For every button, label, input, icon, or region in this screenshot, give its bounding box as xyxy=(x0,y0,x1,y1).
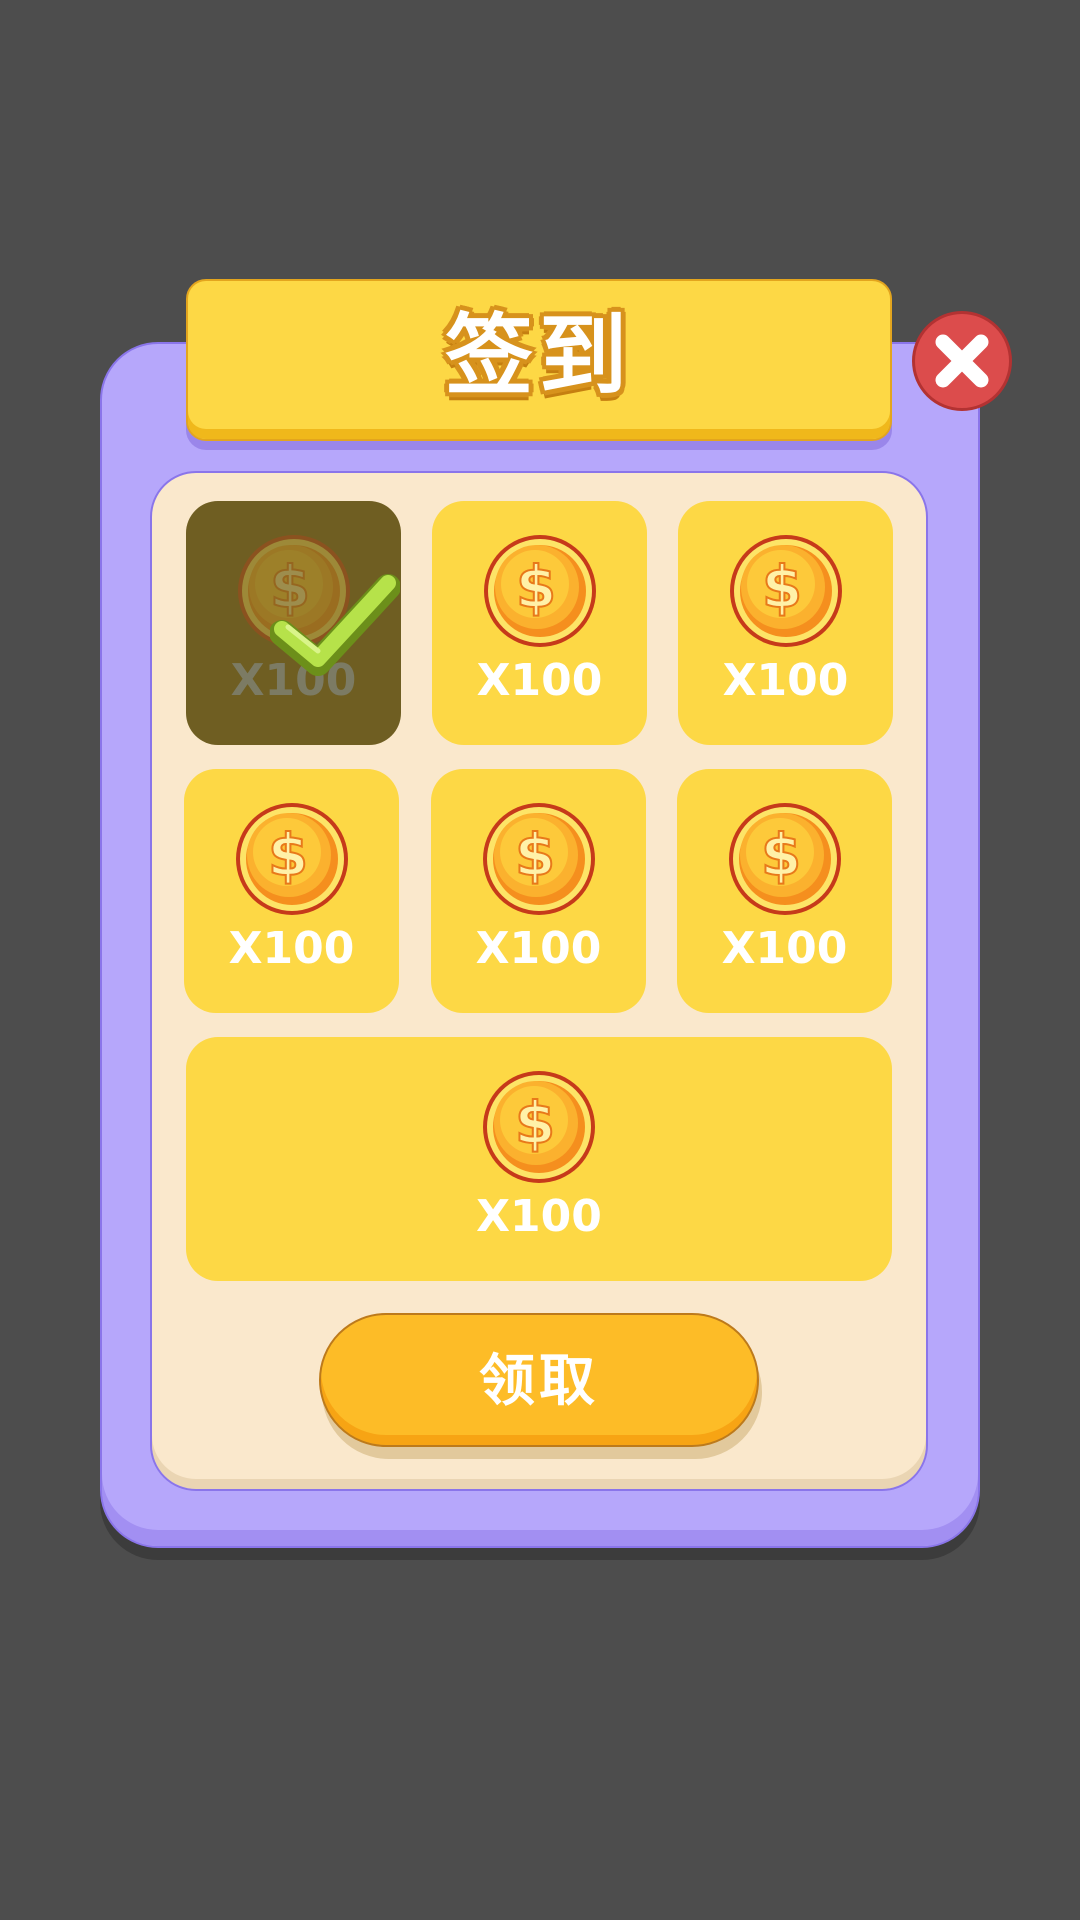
close-icon xyxy=(935,334,989,388)
reward-amount: X100 xyxy=(228,923,355,974)
close-button[interactable] xyxy=(912,311,1012,411)
claim-button[interactable]: 领取 xyxy=(319,1313,759,1447)
title-banner: 签到 xyxy=(186,279,892,441)
coin-icon: $ xyxy=(482,533,598,649)
claim-button-label: 领取 xyxy=(479,1348,599,1414)
coin-icon: $ xyxy=(234,801,350,917)
dialog-title: 签到 xyxy=(444,304,633,407)
reward-cell-day-2[interactable]: $ X100 xyxy=(432,501,647,745)
reward-amount: X100 xyxy=(722,655,849,706)
reward-amount: X100 xyxy=(475,923,602,974)
svg-text:$: $ xyxy=(514,821,554,889)
coin-icon: $ xyxy=(481,1069,597,1185)
check-icon xyxy=(269,571,401,681)
reward-cell-day-6[interactable]: $ X100 xyxy=(677,769,892,1013)
reward-cell-day-4[interactable]: $ X100 xyxy=(184,769,399,1013)
reward-cell-day-1[interactable]: $ X100 xyxy=(186,501,401,745)
coin-icon: $ xyxy=(481,801,597,917)
reward-amount: X100 xyxy=(721,923,848,974)
svg-text:$: $ xyxy=(761,553,801,621)
reward-amount: X100 xyxy=(476,1191,602,1242)
svg-text:$: $ xyxy=(267,821,307,889)
coin-icon: $ xyxy=(728,533,844,649)
reward-cell-day-7[interactable]: $ X100 xyxy=(186,1037,892,1281)
reward-cell-day-5[interactable]: $ X100 xyxy=(431,769,646,1013)
coin-icon: $ xyxy=(727,801,843,917)
svg-text:$: $ xyxy=(760,821,800,889)
svg-text:$: $ xyxy=(515,1089,555,1157)
reward-cell-day-3[interactable]: $ X100 xyxy=(678,501,893,745)
reward-amount: X100 xyxy=(476,655,603,706)
svg-text:$: $ xyxy=(515,553,555,621)
